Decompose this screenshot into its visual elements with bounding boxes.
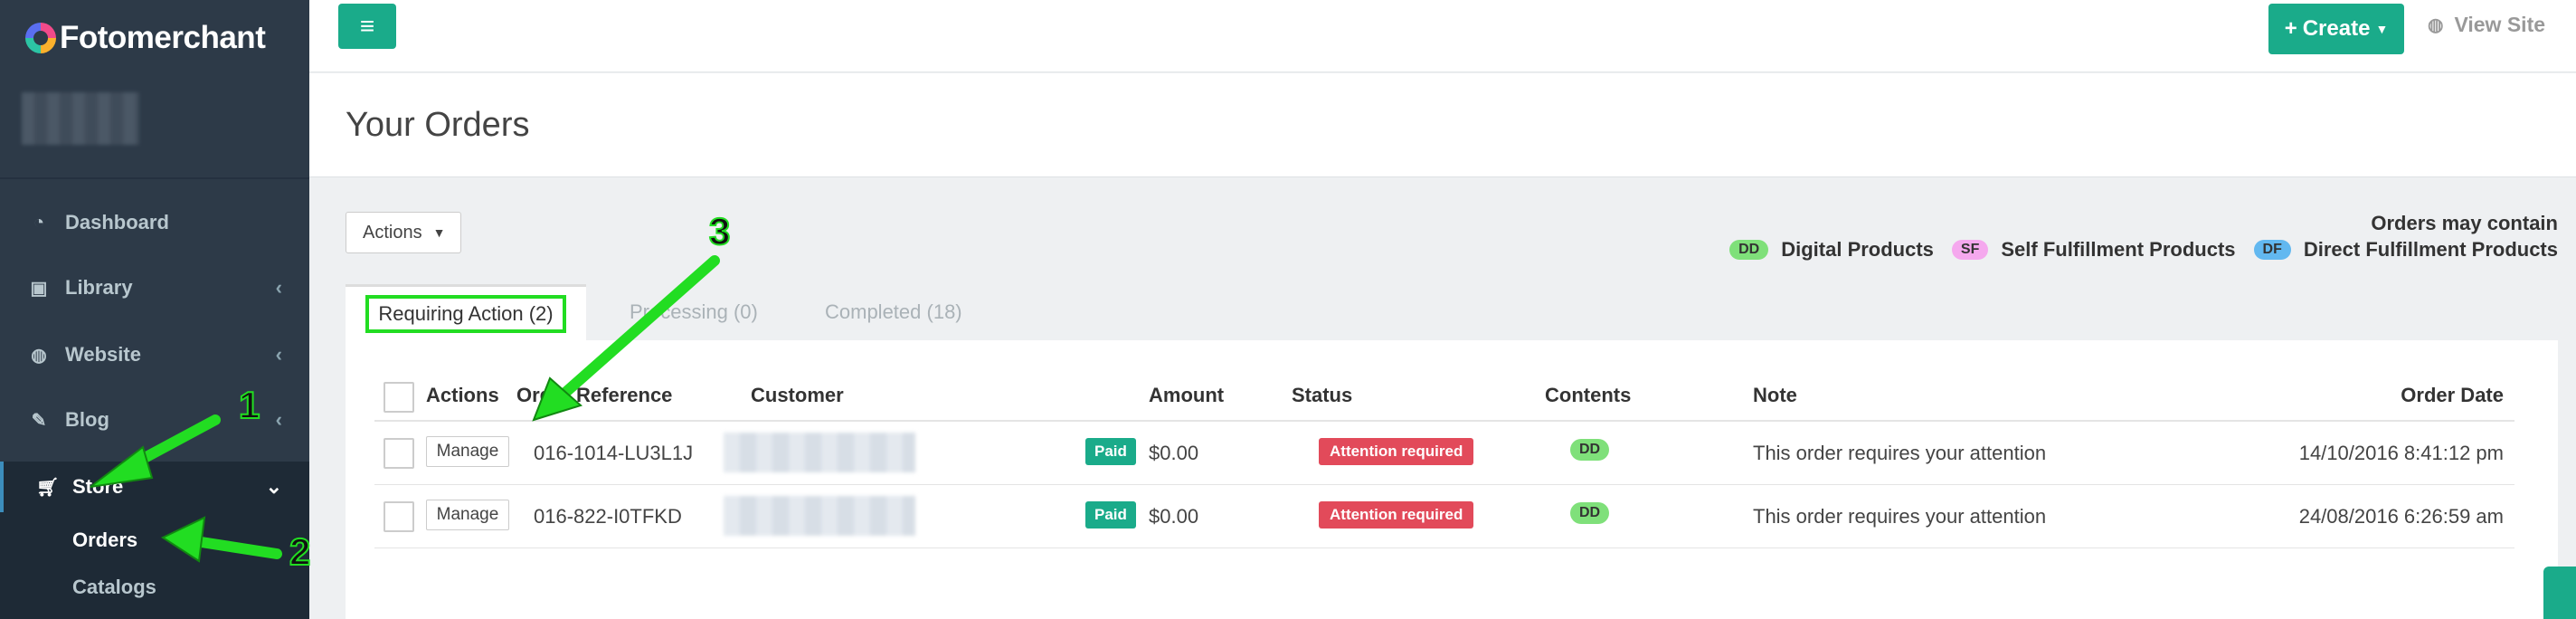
sidebar-item-label: Dashboard <box>65 211 169 233</box>
customer-redacted <box>724 496 915 536</box>
row-checkbox[interactable] <box>384 438 414 469</box>
contents-pill-dd: DD <box>1570 439 1610 461</box>
caret-down-icon: ▼ <box>432 225 446 240</box>
top-bar: ≡ + Create ▼ ◍ View Site <box>309 0 2576 72</box>
tab-processing[interactable]: Processing (0) <box>630 284 758 340</box>
order-date: 14/10/2016 8:41:12 pm <box>2298 442 2504 464</box>
hamburger-icon: ≡ <box>359 12 375 40</box>
tab-requiring-action[interactable]: Requiring Action (2) <box>346 284 586 340</box>
chevron-left-icon: ‹ <box>275 408 282 431</box>
annotation-number-3: 3 <box>709 210 730 252</box>
view-site-link[interactable]: ◍ View Site <box>2428 13 2545 37</box>
legend-label-df: Direct Fulfillment Products <box>2303 238 2558 261</box>
legend-title: Orders may contain <box>2371 212 2558 234</box>
sidebar-subitem-catalogs[interactable]: Catalogs <box>72 576 156 599</box>
column-header: Order Reference <box>516 384 673 406</box>
status-badge: Attention required <box>1319 501 1474 529</box>
store-submenu: 🛒︎ Store ⌄ Orders Catalogs <box>0 462 309 619</box>
legend-label-dd: Digital Products <box>1781 238 1934 261</box>
paid-badge: Paid <box>1085 501 1136 529</box>
table-row: Manage 016-822-I0TFKD Paid $0.00 Attenti… <box>374 485 2514 548</box>
column-header: Contents <box>1545 384 1632 406</box>
page-title: Your Orders <box>346 106 530 144</box>
logo-icon <box>25 23 56 53</box>
chevron-left-icon: ‹ <box>275 276 282 299</box>
globe-icon: ◍ <box>2428 15 2444 35</box>
sidebar-item-label: Website <box>65 343 141 366</box>
sidebar-item-label: Store <box>72 475 124 498</box>
manage-button[interactable]: Manage <box>426 500 509 530</box>
customer-redacted <box>724 433 915 472</box>
column-header: Amount <box>1149 384 1225 406</box>
column-header: Customer <box>751 384 844 406</box>
create-button-label: Create <box>2302 16 2371 41</box>
create-button[interactable]: + Create ▼ <box>2268 4 2404 54</box>
globe-icon: ◍ <box>31 345 47 366</box>
chevron-left-icon: ‹ <box>275 343 282 366</box>
manage-button[interactable]: Manage <box>426 436 509 467</box>
caret-down-icon: ▼ <box>2375 22 2389 36</box>
sidebar-item-store[interactable]: 🛒︎ Store ⌄ <box>0 462 309 512</box>
sidebar: Fotomerchant ◔ Dashboard ▣ Library ‹ ◍ W… <box>0 0 309 619</box>
legend: DD Digital Products SF Self Fulfillment … <box>1729 238 2558 262</box>
dashboard-icon: ◔ <box>33 212 45 233</box>
brand-name: Fotomerchant <box>60 20 266 55</box>
order-amount: $0.00 <box>1149 505 1199 528</box>
row-checkbox[interactable] <box>384 501 414 532</box>
sidebar-item-label: Library <box>65 276 133 299</box>
orders-panel: Actions Order Reference Customer Amount … <box>346 340 2558 619</box>
legend-label-sf: Self Fulfillment Products <box>2001 238 2236 261</box>
menu-toggle-button[interactable]: ≡ <box>338 4 396 49</box>
contents-pill-dd: DD <box>1570 502 1610 524</box>
sidebar-subitem-orders[interactable]: Orders <box>72 529 137 552</box>
select-all-checkbox[interactable] <box>384 382 414 413</box>
plus-icon: + <box>2284 16 2297 41</box>
tab-label: Processing (0) <box>630 300 758 323</box>
sidebar-item-dashboard[interactable]: ◔ Dashboard <box>0 197 309 248</box>
status-badge: Attention required <box>1319 438 1474 465</box>
legend-pill-sf: SF <box>1951 240 1989 260</box>
table-row: Manage 016-1014-LU3L1J Paid $0.00 Attent… <box>374 422 2514 485</box>
legend-pill-dd: DD <box>1729 240 1769 260</box>
order-amount: $0.00 <box>1149 442 1199 464</box>
legend-pill-df: DF <box>2253 240 2291 260</box>
user-info-redacted <box>22 92 139 145</box>
view-site-label: View Site <box>2454 13 2546 36</box>
sidebar-item-website[interactable]: ◍ Website ‹ <box>0 329 309 380</box>
tab-label: Requiring Action (2) <box>365 294 566 333</box>
tab-completed[interactable]: Completed (18) <box>825 284 962 340</box>
cart-icon: 🛒︎ <box>36 477 60 498</box>
paid-badge: Paid <box>1085 438 1136 465</box>
order-note: This order requires your attention <box>1753 442 2047 464</box>
actions-dropdown-label: Actions <box>363 222 422 243</box>
edit-icon: ✎ <box>31 410 47 431</box>
order-date: 24/08/2016 6:26:59 am <box>2298 505 2504 528</box>
image-icon: ▣ <box>30 278 48 299</box>
column-header: Note <box>1753 384 1797 406</box>
order-reference: 016-1014-LU3L1J <box>534 442 694 464</box>
sidebar-divider <box>0 177 309 179</box>
sidebar-item-blog[interactable]: ✎ Blog ‹ <box>0 395 309 445</box>
chevron-down-icon: ⌄ <box>265 475 282 498</box>
sidebar-item-label: Blog <box>65 408 109 431</box>
column-header: Actions <box>426 384 499 406</box>
help-widget[interactable] <box>2543 567 2576 619</box>
page-header: Your Orders <box>309 73 2576 177</box>
sidebar-item-library[interactable]: ▣ Library ‹ <box>0 262 309 313</box>
column-header: Status <box>1292 384 1353 406</box>
table-header: Actions Order Reference Customer Amount … <box>374 373 2514 422</box>
column-header: Order Date <box>2401 384 2504 406</box>
order-reference: 016-822-I0TFKD <box>534 505 682 528</box>
tab-label: Completed (18) <box>825 300 962 323</box>
order-note: This order requires your attention <box>1753 505 2047 528</box>
actions-dropdown[interactable]: Actions ▼ <box>346 212 461 253</box>
brand-logo[interactable]: Fotomerchant <box>25 20 266 56</box>
